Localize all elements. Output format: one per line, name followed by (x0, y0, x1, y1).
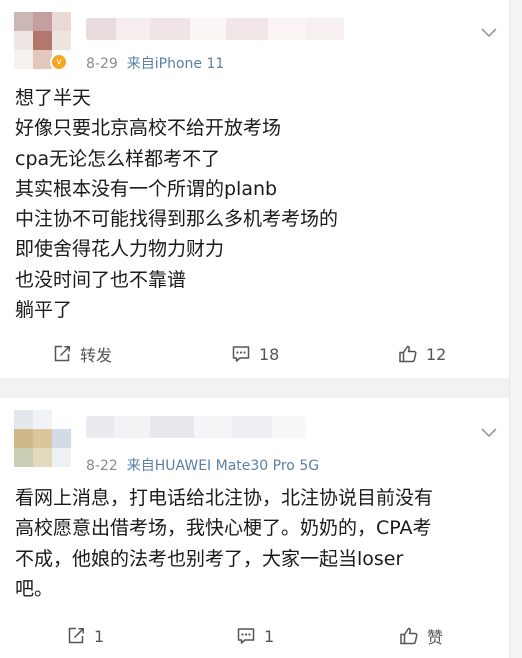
post-date: 8-29 (86, 56, 118, 72)
verified-badge-icon: v (50, 53, 68, 71)
post-card[interactable]: 8-22 来自HUAWEI Mate30 Pro 5G 看网上消息，打电话给北注协… (0, 398, 510, 658)
content-line: 也没时间了也不靠谱 (15, 268, 187, 291)
username-blurred[interactable] (86, 416, 306, 438)
username-blurred[interactable] (86, 18, 344, 40)
comment-count: 18 (259, 344, 280, 364)
content-line: 其实根本没有一个所谓的planb (15, 177, 278, 200)
content-line: 好像只要北京高校不给开放考场 (15, 117, 282, 140)
comment-icon (232, 346, 250, 362)
repost-count: 1 (94, 626, 105, 646)
content-line: 吧。 (15, 577, 54, 600)
post-content: 看网上消息，打电话给北注协，北注协说目前没有 高校愿意出借考场，我快心梗了。奶奶… (15, 483, 433, 604)
repost-icon (68, 627, 84, 644)
avatar[interactable] (14, 410, 71, 467)
content-line: cpa无论怎么样都考不了 (15, 147, 221, 170)
repost-button[interactable]: 1 (66, 616, 104, 656)
like-button[interactable]: 赞 (399, 616, 443, 656)
post-content: 想了半天 好像只要北京高校不给开放考场 cpa无论怎么样都考不了 其实根本没有一… (15, 83, 338, 325)
like-label: 赞 (427, 628, 444, 647)
post-meta: 8-22 来自HUAWEI Mate30 Pro 5G (86, 455, 319, 475)
content-line: 即使舍得花人力物力财力 (15, 238, 225, 261)
post-source: 来自iPhone 11 (126, 56, 225, 72)
thumbs-up-icon (399, 345, 417, 363)
comment-button[interactable]: 1 (236, 616, 274, 656)
action-bar: 1 1 赞 (0, 616, 510, 656)
repost-label: 转发 (80, 346, 113, 365)
chevron-down-icon[interactable] (480, 426, 498, 438)
post-date: 8-22 (86, 458, 118, 474)
post-meta: 8-29 来自iPhone 11 (86, 53, 224, 73)
post-source: 来自HUAWEI Mate30 Pro 5G (126, 458, 320, 474)
post-card[interactable]: v 8-29 来自iPhone 11 想了半天 好像只要北京高校不给开放考场 cp… (0, 0, 510, 378)
content-line: 看网上消息，打电话给北注协，北注协说目前没有 (15, 487, 434, 509)
thumbs-up-icon (400, 627, 418, 645)
content-line: 中注协不可能找得到那么多机考考场的 (15, 208, 339, 231)
repost-button[interactable]: 转发 (52, 334, 112, 374)
scrollbar[interactable] (509, 0, 522, 658)
content-line: 想了半天 (15, 87, 92, 109)
weibo-feed: v 8-29 来自iPhone 11 想了半天 好像只要北京高校不给开放考场 cp… (0, 0, 522, 658)
content-line: 不成，他娘的法考也别考了，大家一起当loser (15, 547, 404, 570)
chevron-down-icon[interactable] (480, 26, 498, 38)
comment-button[interactable]: 18 (231, 334, 279, 374)
action-bar: 转发 18 12 (0, 334, 510, 374)
comment-icon (237, 628, 255, 644)
like-count: 12 (426, 344, 447, 364)
content-line: 躺平了 (15, 299, 73, 322)
repost-icon (54, 345, 70, 362)
content-line: 高校愿意出借考场，我快心梗了。奶奶的，CPA考 (15, 517, 432, 540)
like-button[interactable]: 12 (398, 334, 446, 374)
comment-count: 1 (264, 626, 275, 646)
